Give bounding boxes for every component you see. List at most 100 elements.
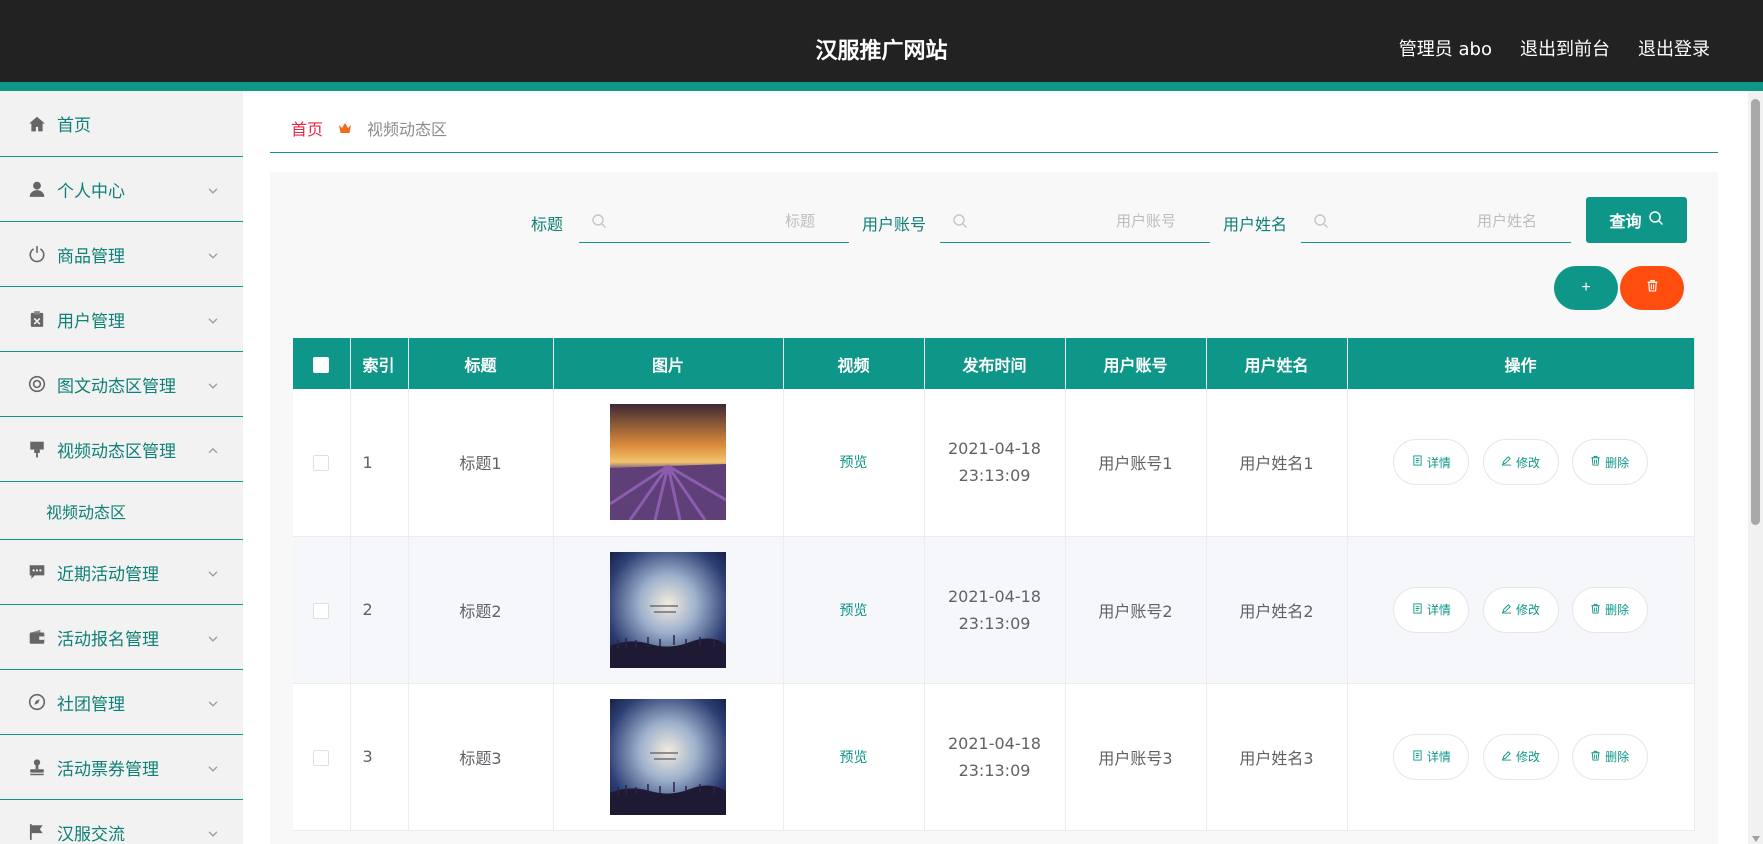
column-header: 标题 [408,338,554,389]
pin-icon [28,440,46,458]
pencil-icon [1501,603,1512,617]
scroll-down-arrow-icon[interactable] [1752,836,1760,842]
title-search-field [579,199,849,243]
column-header: 用户账号 [1065,338,1207,389]
detail-label: 详情 [1426,455,1451,470]
sidebar-item-label: 商品管理 [57,246,125,267]
name-search-label: 用户姓名 [1223,215,1288,234]
video-preview-link[interactable]: 预览 [840,603,868,619]
sky-flowers-image[interactable] [610,698,726,815]
edit-button[interactable]: 修改 [1482,586,1559,633]
page-scrollbar[interactable] [1748,91,1763,844]
sidebar: 首页 个人中心 商品管理 用户管理 图文动态区管理 视频动态区管理 视频动态区 … [0,91,243,844]
back-to-front-link[interactable]: 退出到前台 [1520,35,1610,61]
add-button[interactable]: + [1554,266,1618,310]
title-search-input[interactable] [619,209,815,233]
search-icon [952,213,968,229]
sidebar-item-personal-center[interactable]: 个人中心 [0,157,243,222]
account-search-label: 用户账号 [862,215,927,234]
row-select-cell [293,536,351,684]
data-table: 索引 标题 图片 视频 发布时间 用户账号 用户姓名 操作 1 标题1 预览 2… [293,338,1695,831]
sidebar-item-label: 社团管理 [57,694,125,715]
sidebar-item-registrations[interactable]: 活动报名管理 [0,605,243,670]
compass-icon [28,693,46,711]
table-row: 3 标题3 预览 2021-04-18 23:13:09 用户账号3 用户姓名3… [293,683,1695,831]
sky-flowers-image[interactable] [610,551,726,668]
detail-button[interactable]: 详情 [1393,439,1470,486]
account-search-field [940,199,1210,243]
name-search-input[interactable] [1341,209,1537,233]
sidebar-item-label: 活动票券管理 [57,759,159,780]
query-button-label: 查询 [1609,214,1642,231]
chevron-down-icon [207,377,219,389]
image-cell [553,683,784,831]
delete-button[interactable]: 删除 [1571,586,1648,633]
chevron-up-icon [207,442,219,454]
document-icon [1412,749,1423,764]
video-preview-link[interactable]: 预览 [840,750,868,766]
sidebar-item-home[interactable]: 首页 [0,91,243,157]
name-search-field [1301,199,1571,243]
row-checkbox[interactable] [313,749,330,766]
actions-cell: 详情 修改 删除 [1347,683,1695,831]
sidebar-item-label: 视频动态区管理 [57,441,176,462]
select-all-cell [293,338,351,389]
actions-cell: 详情 修改 删除 [1347,389,1695,537]
sidebar-item-label: 用户管理 [57,311,125,332]
sidebar-item-goods[interactable]: 商品管理 [0,222,243,287]
video-cell: 预览 [783,389,925,537]
row-select-cell [293,683,351,831]
submenu-item-video-area[interactable]: 视频动态区 [0,482,243,540]
row-checkbox[interactable] [313,602,330,619]
sidebar-item-tickets[interactable]: 活动票券管理 [0,735,243,800]
scrollbar-thumb[interactable] [1751,99,1760,525]
video-cell: 预览 [783,536,925,684]
sidebar-item-video-posts[interactable]: 视频动态区管理 [0,417,243,482]
content-panel: 标题 用户账号 用户姓名 查询 [270,172,1718,844]
sidebar-item-label: 图文动态区管理 [57,376,176,397]
trash-icon [1590,455,1601,469]
title-cell: 标题2 [408,536,554,684]
sidebar-item-clubs[interactable]: 社团管理 [0,670,243,735]
delete-button[interactable]: 删除 [1571,439,1648,486]
video-preview-link[interactable]: 预览 [840,455,868,471]
row-checkbox[interactable] [313,455,330,472]
lavender-field-image[interactable] [610,404,726,521]
edit-button[interactable]: 修改 [1482,439,1559,486]
index-cell: 1 [350,389,409,537]
column-header: 用户姓名 [1206,338,1348,389]
pencil-icon [1501,750,1512,764]
publish-time-cell: 2021-04-18 23:13:09 [924,389,1066,537]
trash-icon [1590,603,1601,617]
detail-button[interactable]: 详情 [1393,733,1470,780]
delete-label: 删除 [1605,603,1630,617]
title-cell: 标题1 [408,389,554,537]
delete-button[interactable]: 删除 [1571,733,1648,780]
detail-label: 详情 [1426,603,1451,617]
column-header: 操作 [1347,338,1695,389]
publish-time-cell: 2021-04-18 23:13:09 [924,536,1066,684]
image-cell [553,389,784,537]
edit-button[interactable]: 修改 [1482,733,1559,780]
admin-name: 管理员 abo [1398,39,1492,60]
sidebar-item-image-posts[interactable]: 图文动态区管理 [0,352,243,417]
detail-button[interactable]: 详情 [1393,586,1470,633]
chevron-down-icon [207,247,219,259]
trash-icon [1646,279,1659,297]
sidebar-item-users[interactable]: 用户管理 [0,287,243,352]
sidebar-item-label: 近期活动管理 [57,564,159,585]
sidebar-item-recent-activities[interactable]: 近期活动管理 [0,540,243,605]
detail-label: 详情 [1426,750,1451,764]
chevron-down-icon [207,182,219,194]
batch-delete-button[interactable] [1620,266,1684,310]
edit-label: 修改 [1515,455,1540,470]
query-button[interactable]: 查询 [1586,197,1687,243]
chevron-down-icon [207,825,219,837]
select-all-checkbox[interactable] [313,356,330,373]
account-search-input[interactable] [980,209,1176,233]
breadcrumb-home-link[interactable]: 首页 [291,116,323,140]
logout-link[interactable]: 退出登录 [1638,35,1710,61]
actions-cell: 详情 修改 删除 [1347,536,1695,684]
sidebar-item-exchange[interactable]: 汉服交流 [0,800,243,844]
chat-icon [28,563,46,581]
